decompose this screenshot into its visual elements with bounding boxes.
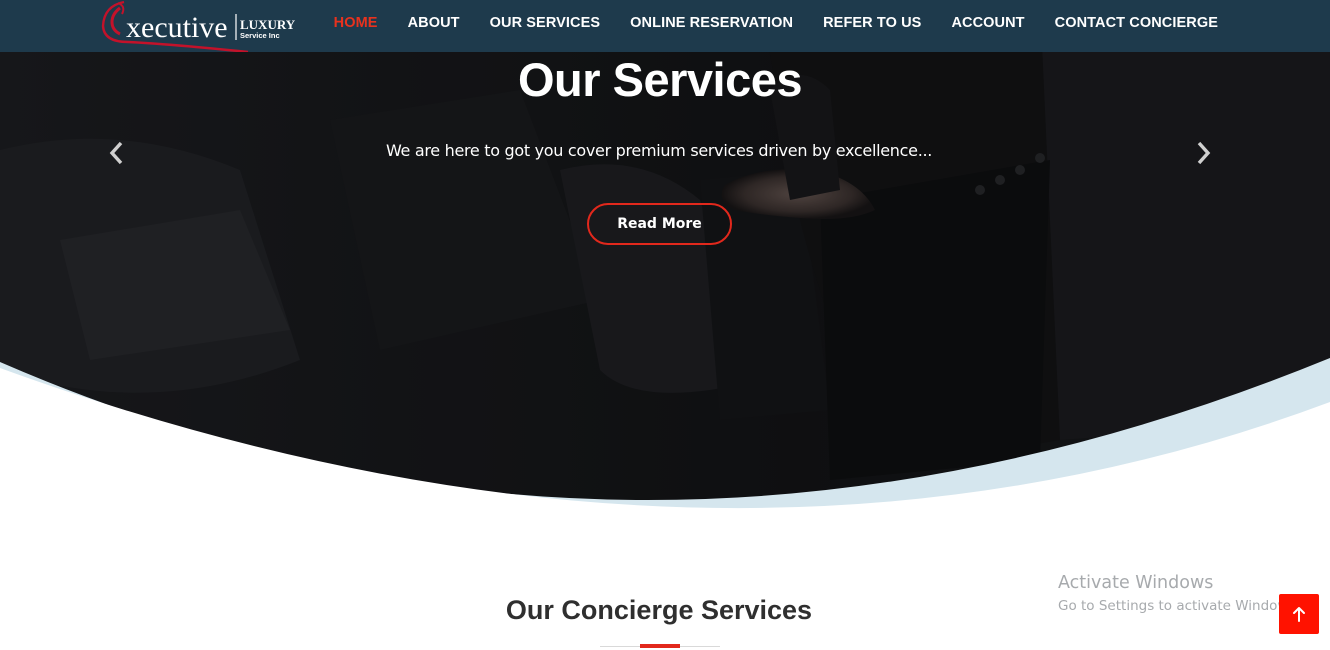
read-more-button[interactable]: Read More <box>587 203 732 245</box>
windows-activation-watermark: Activate Windows Go to Settings to activ… <box>1058 572 1300 616</box>
logo-service-text: Service Inc <box>240 31 280 40</box>
watermark-title: Activate Windows <box>1058 573 1214 593</box>
chevron-left-icon <box>109 141 123 165</box>
nav-item-about[interactable]: ABOUT <box>408 15 460 31</box>
hero-slider: Our Services We are here to got you cove… <box>0 0 1330 510</box>
section-title-divider <box>600 644 720 648</box>
chevron-right-icon <box>1197 141 1211 165</box>
arrow-up-icon <box>1293 607 1305 622</box>
nav-item-online-reservation[interactable]: ONLINE RESERVATION <box>630 15 793 31</box>
logo-text: xecutive <box>126 11 228 44</box>
navbar: xecutive LUXURY Service Inc HOME ABOUT O… <box>0 0 1330 52</box>
watermark-subtitle: Go to Settings to activate Windows. <box>1058 598 1300 614</box>
carousel-next-button[interactable] <box>1191 140 1215 166</box>
logo[interactable]: xecutive LUXURY Service Inc <box>100 0 305 52</box>
nav-item-account[interactable]: ACCOUNT <box>951 15 1024 31</box>
carousel-prev-button[interactable] <box>105 140 129 166</box>
nav-item-refer-to-us[interactable]: REFER TO US <box>823 15 921 31</box>
divider-accent <box>640 644 680 648</box>
hero-title: Our Services <box>517 53 803 106</box>
back-to-top-button[interactable] <box>1279 594 1319 634</box>
nav-item-our-services[interactable]: OUR SERVICES <box>490 15 601 31</box>
nav-item-contact-concierge[interactable]: CONTACT CONCIERGE <box>1055 15 1218 31</box>
main-nav: HOME ABOUT OUR SERVICES ONLINE RESERVATI… <box>334 0 1218 46</box>
nav-item-home[interactable]: HOME <box>334 15 378 31</box>
hero-subtitle: We are here to got you cover premium ser… <box>385 141 933 160</box>
logo-luxury-text: LUXURY <box>240 17 296 32</box>
